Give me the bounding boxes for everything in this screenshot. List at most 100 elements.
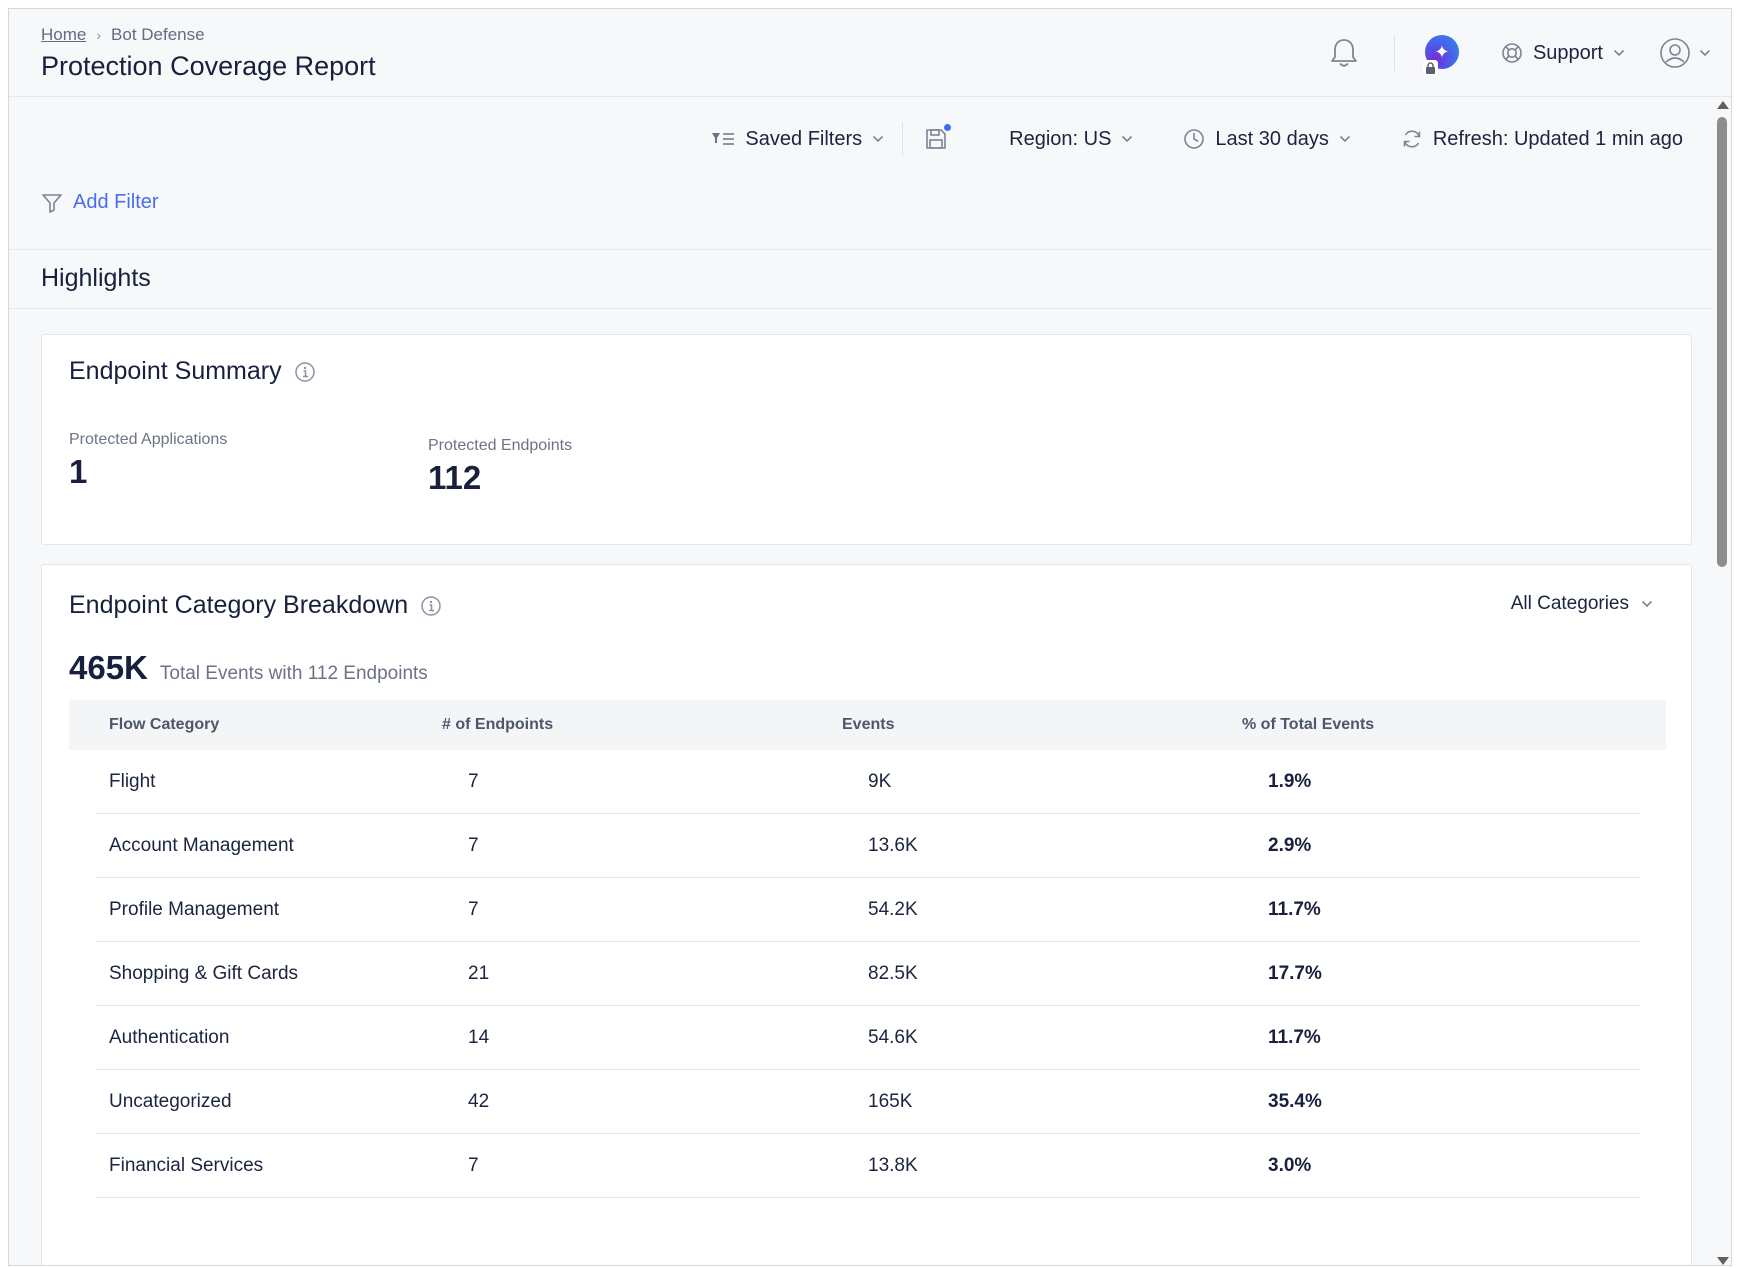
scroll-down-arrow[interactable] <box>1717 1257 1729 1265</box>
category-breakdown-header: Endpoint Category Breakdown <box>69 591 442 620</box>
total-events-value: 465K <box>69 649 148 686</box>
support-label: Support <box>1532 41 1603 64</box>
cell-percent: 35.4% <box>1268 1090 1322 1112</box>
header-actions: ✦ Support <box>1324 9 1731 97</box>
column-header-endpoints[interactable]: # of Endpoints <box>442 716 842 734</box>
refresh-icon <box>1403 130 1421 148</box>
toolbar-divider <box>902 122 904 156</box>
chevron-down-icon <box>1641 600 1653 608</box>
chevron-down-icon <box>1613 49 1625 57</box>
notifications-button[interactable] <box>1324 33 1364 73</box>
breadcrumb-home-link[interactable]: Home <box>41 25 86 45</box>
cell-flow-category: Profile Management <box>109 898 280 920</box>
funnel-icon <box>42 193 62 213</box>
save-filter-button[interactable] <box>921 124 952 154</box>
cell-endpoints: 7 <box>468 834 479 856</box>
info-icon[interactable] <box>420 595 442 617</box>
add-filter-button[interactable]: Add Filter <box>41 191 159 214</box>
page-title: Protection Coverage Report <box>41 51 376 81</box>
column-header-events[interactable]: Events <box>842 716 1242 734</box>
cell-endpoints: 7 <box>468 898 479 920</box>
protected-endpoints-value: 112 <box>428 459 482 496</box>
endpoint-summary-header: Endpoint Summary <box>69 357 316 386</box>
cell-events: 13.6K <box>868 834 918 856</box>
highlights-bar <box>9 249 1731 309</box>
table-row[interactable]: Uncategorized 42 165K 35.4% <box>95 1070 1640 1134</box>
cell-endpoints: 7 <box>468 770 479 792</box>
vertical-scrollbar[interactable] <box>1713 97 1731 1265</box>
cell-flow-category: Authentication <box>109 1026 230 1048</box>
category-filter-dropdown[interactable]: All Categories <box>1511 593 1653 615</box>
category-breakdown-title: Endpoint Category Breakdown <box>69 591 409 619</box>
add-filter-label: Add Filter <box>73 191 159 213</box>
cell-endpoints: 42 <box>468 1090 490 1112</box>
chevron-down-icon <box>1699 49 1711 57</box>
cell-percent: 17.7% <box>1268 962 1322 984</box>
user-menu[interactable] <box>1659 37 1711 69</box>
ai-assistant-button[interactable]: ✦ <box>1422 35 1461 75</box>
lock-icon <box>1422 60 1438 75</box>
column-header-flow-category[interactable]: Flow Category <box>69 716 442 734</box>
table-header: Flow Category # of Endpoints Events % of… <box>69 700 1666 750</box>
scroll-up-arrow[interactable] <box>1717 101 1729 109</box>
table-row[interactable]: Profile Management 7 54.2K 11.7% <box>95 878 1640 942</box>
table-row[interactable]: Flight 7 9K 1.9% <box>95 750 1640 814</box>
cell-events: 165K <box>868 1090 913 1112</box>
table-row[interactable]: Authentication 14 54.6K 11.7% <box>95 1006 1640 1070</box>
info-icon[interactable] <box>294 361 316 383</box>
endpoint-summary-title: Endpoint Summary <box>69 357 282 385</box>
cell-percent: 11.7% <box>1268 1026 1321 1048</box>
lifebuoy-icon <box>1502 43 1522 63</box>
report-toolbar: Saved Filters Region: US Last 30 days Re… <box>711 119 1683 159</box>
breadcrumb-separator: › <box>96 27 102 43</box>
cell-endpoints: 7 <box>468 1154 479 1176</box>
table-row[interactable]: Account Management 7 13.6K 2.9% <box>95 814 1640 878</box>
saved-filters-label: Saved Filters <box>745 127 863 150</box>
region-label: Region: US <box>1009 127 1112 150</box>
header-divider <box>1393 35 1395 71</box>
category-breakdown-card: Endpoint Category Breakdown All Categori… <box>41 564 1692 1265</box>
cell-percent: 1.9% <box>1268 770 1312 792</box>
cell-endpoints: 21 <box>468 962 490 984</box>
top-header: Home › Bot Defense Protection Coverage R… <box>9 9 1731 97</box>
scroll-thumb[interactable] <box>1717 117 1727 567</box>
cell-flow-category: Uncategorized <box>109 1090 232 1112</box>
category-table: Flow Category # of Endpoints Events % of… <box>69 700 1666 1198</box>
table-row[interactable]: Shopping & Gift Cards 21 82.5K 17.7% <box>95 942 1640 1006</box>
protected-applications-value: 1 <box>69 453 88 490</box>
chevron-down-icon <box>1339 135 1350 143</box>
support-menu[interactable]: Support <box>1501 42 1625 65</box>
total-events-text: Total Events with 112 Endpoints <box>159 663 428 684</box>
cell-percent: 11.7% <box>1268 898 1321 920</box>
app-frame: Home › Bot Defense Protection Coverage R… <box>8 8 1732 1266</box>
filter-list-icon <box>712 133 735 145</box>
saved-filters-dropdown[interactable]: Saved Filters <box>711 128 884 151</box>
chevron-down-icon <box>1122 135 1133 143</box>
save-icon <box>926 129 946 149</box>
refresh-label: Refresh: Updated 1 min ago <box>1432 127 1683 150</box>
cell-endpoints: 14 <box>468 1026 490 1048</box>
category-filter-label: All Categories <box>1510 593 1629 614</box>
column-header-percent-total[interactable]: % of Total Events <box>1242 716 1666 734</box>
cell-flow-category: Account Management <box>109 834 294 856</box>
breadcrumb: Home › Bot Defense <box>41 25 205 45</box>
cell-flow-category: Flight <box>109 770 156 792</box>
user-avatar-icon <box>1660 38 1690 68</box>
refresh-button[interactable]: Refresh: Updated 1 min ago <box>1401 128 1683 151</box>
table-row[interactable]: Financial Services 7 13.8K 3.0% <box>95 1134 1640 1198</box>
highlights-title: Highlights <box>41 264 151 292</box>
protected-applications-label: Protected Applications <box>69 431 228 448</box>
unsaved-indicator-dot <box>944 124 952 131</box>
total-events-summary: 465K Total Events with 112 Endpoints <box>69 649 428 687</box>
clock-icon <box>1184 129 1205 149</box>
cell-events: 9K <box>868 770 892 792</box>
region-dropdown[interactable]: Region: US <box>1009 128 1133 151</box>
time-range-dropdown[interactable]: Last 30 days <box>1183 128 1350 151</box>
protected-endpoints-label: Protected Endpoints <box>428 437 573 454</box>
cell-events: 82.5K <box>868 962 918 984</box>
cell-percent: 2.9% <box>1268 834 1312 856</box>
time-range-label: Last 30 days <box>1215 127 1329 150</box>
cell-flow-category: Shopping & Gift Cards <box>109 962 299 984</box>
cell-events: 54.6K <box>868 1026 918 1048</box>
cell-percent: 3.0% <box>1268 1154 1312 1176</box>
